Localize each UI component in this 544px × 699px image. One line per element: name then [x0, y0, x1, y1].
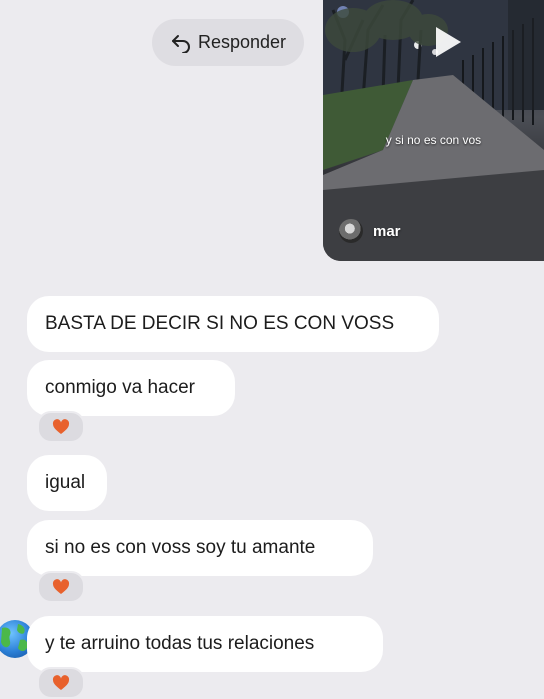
story-author-name: mar	[373, 222, 401, 240]
message-bubble[interactable]: BASTA DE DECIR SI NO ES CON VOSS	[27, 296, 439, 352]
heart-icon	[52, 419, 70, 434]
reply-button[interactable]: Responder	[152, 19, 304, 66]
play-icon[interactable]	[433, 25, 463, 59]
avatar	[339, 219, 363, 243]
reply-label: Responder	[197, 32, 287, 52]
heart-reaction[interactable]	[37, 411, 85, 443]
reply-arrow-icon	[171, 34, 190, 53]
heart-reaction[interactable]	[37, 571, 85, 603]
heart-icon	[52, 675, 70, 690]
story-author[interactable]: mar	[339, 219, 401, 243]
message-bubble[interactable]: igual	[27, 455, 107, 511]
message-bubble[interactable]: y te arruino todas tus relaciones	[27, 616, 383, 672]
message-bubble[interactable]: conmigo va hacer	[27, 360, 235, 416]
story-preview[interactable]: y si no es con vos mar	[323, 0, 544, 261]
heart-reaction[interactable]	[37, 667, 85, 699]
story-caption: y si no es con vos	[385, 133, 482, 147]
heart-icon	[52, 579, 70, 594]
message-bubble[interactable]: si no es con voss soy tu amante	[27, 520, 373, 576]
